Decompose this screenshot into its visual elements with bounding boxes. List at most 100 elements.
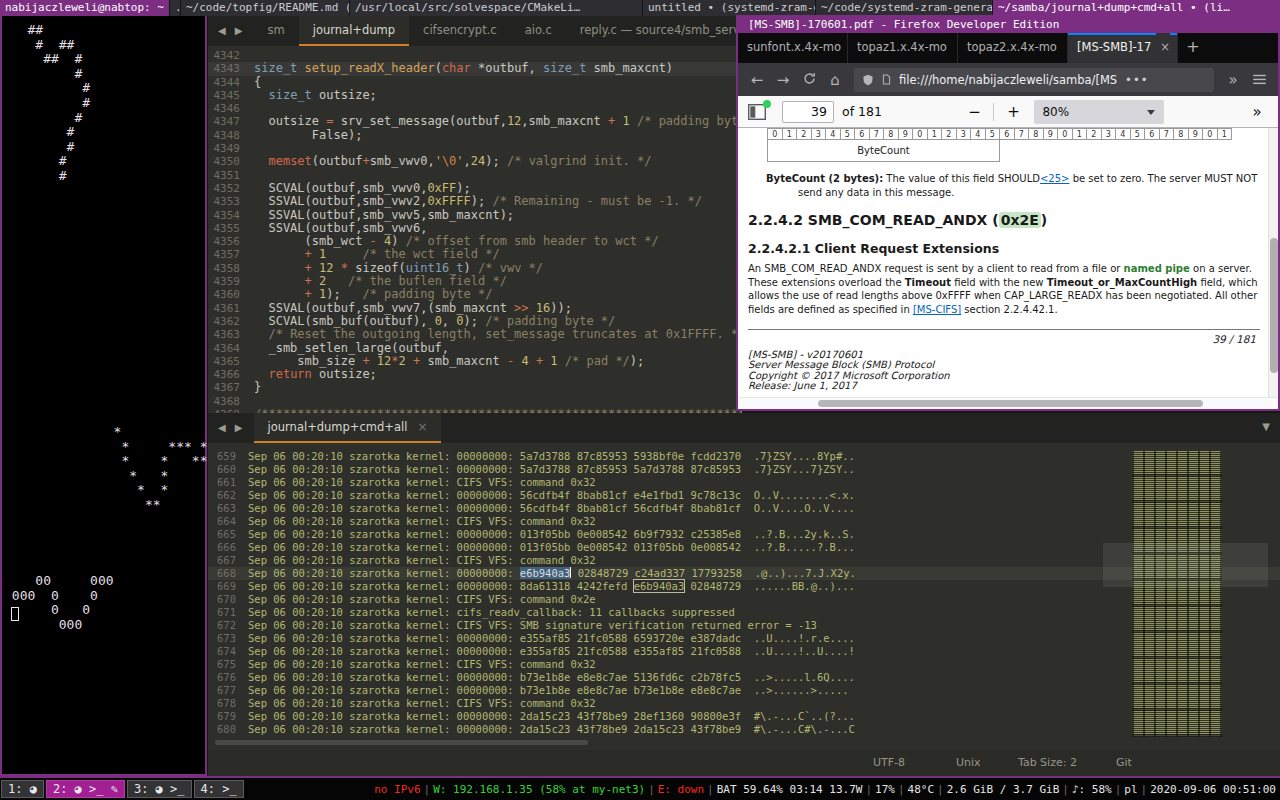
code-line-4342: 4342 xyxy=(208,49,742,62)
log-line-679: 679Sep 06 00:20:10 szarotka kernel: 0000… xyxy=(208,710,1280,723)
bytecount-cell: ByteCount xyxy=(768,140,1000,162)
hamburger-menu-icon[interactable] xyxy=(1246,71,1272,89)
top-strip: nabijaczleweli@nabtop: ~.~/code/topfig/R… xyxy=(0,0,1280,16)
status-segment-4: 17% xyxy=(875,783,895,796)
code-line-4352: 4352 SCVAL(outbuf,smb_vwv0,0xFF); xyxy=(208,182,742,195)
firefox-titlebar[interactable]: [MS-SMB]-170601.pdf - Firefox Developer … xyxy=(738,17,1278,33)
chevron-down-icon[interactable]: ▼ xyxy=(1262,421,1270,432)
editor-tab-0[interactable]: sm xyxy=(254,16,299,46)
status-segment-9: 2020-09-06 00:51:00 xyxy=(1150,783,1276,796)
tab-close-icon[interactable]: × xyxy=(417,420,427,434)
pdf-tools-chevrons[interactable]: » xyxy=(1246,103,1268,121)
log-line-672: 672Sep 06 00:20:10 szarotka kernel: CIFS… xyxy=(208,619,1280,632)
firefox-tab-1[interactable]: topaz1.x.4x-mo xyxy=(848,33,958,63)
editor-tab-4[interactable]: reply.c — source4/smb_server/sn xyxy=(566,16,742,46)
terminal-ascii-art-hash: ## # ## ## # # # # # # # # # xyxy=(4,23,90,184)
url-text[interactable]: file:///home/nabijaczleweli/samba/[MS xyxy=(899,73,1117,87)
window-title-segment-6[interactable]: ~/samba/journal+dump+cmd+all • (li… xyxy=(993,0,1280,16)
tab-scroll-arrows[interactable]: ◀ ▶ xyxy=(208,413,254,443)
pdf-sidebar-toggle[interactable] xyxy=(748,104,768,120)
log-line-661: 661Sep 06 00:20:10 szarotka kernel: CIFS… xyxy=(208,476,1280,489)
code-line-4366: 4366 return outsize; xyxy=(208,368,742,381)
horizontal-scrollbar[interactable] xyxy=(215,740,588,745)
tab-journal-dump-cmd-all[interactable]: journal+dump+cmd+all× xyxy=(254,413,442,443)
back-button[interactable]: ← xyxy=(744,71,770,89)
status-tab-size[interactable]: Tab Size: 2 xyxy=(1018,756,1077,769)
reload-button[interactable] xyxy=(796,71,822,89)
editor-tab-2[interactable]: cifsencrypt.c xyxy=(409,16,511,46)
code-line-4344: 4344{ xyxy=(208,76,742,89)
editor-tab-3[interactable]: aio.c xyxy=(511,16,566,46)
status-segment-1: W: 192.168.1.35 (58% at my-net3) xyxy=(433,783,645,796)
code-line-4343: 4343size_t setup_readX_header(char *outb… xyxy=(208,62,742,75)
overflow-menu-icon[interactable]: » xyxy=(1220,71,1246,89)
code-area-bottom[interactable]: 659Sep 06 00:20:10 szarotka kernel: 0000… xyxy=(208,450,1280,736)
code-line-4361: 4361 SSVAL(outbuf,smb_vwv7,(smb_maxcnt >… xyxy=(208,302,742,315)
firefox-tab-3[interactable]: [MS-SMB]-17× xyxy=(1068,33,1178,63)
page-number-input[interactable]: 39 xyxy=(782,101,834,123)
window-title-segment-2[interactable]: ~/code/topfig/README.md (topfig) … xyxy=(181,0,349,16)
code-line-4358: 4358 + 12 * sizeof(uint16_t) /* vwv */ xyxy=(208,262,742,275)
notification-dot xyxy=(763,100,771,108)
forward-button[interactable]: → xyxy=(770,71,796,89)
window-title-segment-5[interactable]: ~/code/systemd-zram-generator.deb… xyxy=(816,0,992,16)
code-line-4357: 4357 + 1 /* the wct field */ xyxy=(208,248,742,261)
code-line-4350: 4350 memset(outbuf+smb_vwv0,'\0',24); /*… xyxy=(208,155,742,168)
zoom-in-button[interactable]: + xyxy=(1002,103,1024,121)
i3-status-bar: 1: ◕2: ◕ >_ ✎3: ◕ >_4: >_no IPv6|W: 192.… xyxy=(0,778,1280,800)
code-line-4363: 4363 /* Reset the outgoing length, set_m… xyxy=(208,328,742,341)
status-segment-5: 48°C xyxy=(908,783,935,796)
window-title-segment-0[interactable]: nabijaczleweli@nabtop: ~ xyxy=(0,0,169,16)
new-tab-button[interactable]: + xyxy=(1178,33,1208,63)
firefox-tab-2[interactable]: topaz2.x.4x-mo xyxy=(958,33,1068,63)
terminal-ascii-art-stars: * * *** * * * ** * * * * ** xyxy=(4,425,208,513)
status-git[interactable]: Git xyxy=(1116,756,1132,769)
workspace-button-3[interactable]: 3: ◕ >_ xyxy=(127,780,192,798)
log-line-670: 670Sep 06 00:20:10 szarotka kernel: CIFS… xyxy=(208,593,1280,606)
code-line-4362: 4362 SCVAL(smb_buf(outbuf), 0, 0); /* pa… xyxy=(208,315,742,328)
editor-top-window: ◀ ▶ smjournal+dumpcifsencrypt.caio.crepl… xyxy=(208,16,742,413)
status-segment-7: ♪: 58% xyxy=(1072,783,1112,796)
pdf-heading-2: 2.2.4.2.1 Client Request Extensions xyxy=(748,241,999,256)
window-title-segment-3[interactable]: /usr/local/src/solvespace/CMakeLi… xyxy=(350,0,642,16)
minimap-viewport[interactable] xyxy=(1103,543,1268,587)
firefox-navbar: ← → ⌂ file:///home/nabijaczleweli/samba/… xyxy=(738,63,1278,96)
firefox-tab-0[interactable]: sunfont.x.4x-mo xyxy=(738,33,848,63)
code-line-4365: 4365 smb_size + 12*2 + smb_maxcnt - 4 + … xyxy=(208,355,742,368)
code-area-top[interactable]: 43424343size_t setup_readX_header(char *… xyxy=(208,49,742,413)
log-line-673: 673Sep 06 00:20:10 szarotka kernel: 0000… xyxy=(208,632,1280,645)
code-line-4360: 4360 + 1); /* padding byte */ xyxy=(208,288,742,301)
editor-tab-1[interactable]: journal+dump xyxy=(299,16,409,46)
page-actions-icon[interactable]: ••• xyxy=(1125,73,1148,87)
url-bar[interactable]: file:///home/nabijaczleweli/samba/[MS ••… xyxy=(854,68,1214,92)
window-title-segment-4[interactable]: untitled • (systemd-zram-generato… xyxy=(643,0,815,16)
workspace-button-2[interactable]: 2: ◕ >_ ✎ xyxy=(46,780,125,798)
pdf-footer-rule xyxy=(748,329,1260,330)
editor-statusbar: UTF-8 Unix Tab Size: 2 Git xyxy=(208,750,1280,776)
code-line-4355: 4355 SSVAL(outbuf,smb_vwv6, xyxy=(208,222,742,235)
minimap[interactable] xyxy=(1132,451,1222,737)
code-line-4364: 4364 _smb_setlen_large(outbuf, xyxy=(208,342,742,355)
workspace-button-1[interactable]: 1: ◕ xyxy=(1,780,44,798)
pdf-vertical-scrollbar[interactable] xyxy=(1268,128,1278,397)
zoom-out-button[interactable]: − xyxy=(963,103,985,121)
status-encoding[interactable]: UTF-8 xyxy=(873,756,905,769)
window-title-segment-1[interactable]: . xyxy=(170,0,180,16)
editor-bottom-tabbar: ◀ ▶ journal+dump+cmd+all× ▼ xyxy=(208,413,1280,443)
bytecount-description: ByteCount (2 bytes): The value of this f… xyxy=(766,173,1257,184)
page-icon xyxy=(881,73,892,86)
zoom-select[interactable]: 80% xyxy=(1034,100,1164,124)
tab-scroll-arrows[interactable]: ◀ ▶ xyxy=(208,16,254,46)
home-button[interactable]: ⌂ xyxy=(822,71,848,89)
shield-icon xyxy=(862,73,874,87)
tab-close-icon[interactable]: × xyxy=(1156,33,1170,62)
code-line-4353: 4353 SSVAL(outbuf,smb_vwv2,0xFFFF); /* R… xyxy=(208,195,742,208)
pdf-horizontal-scrollbar[interactable] xyxy=(738,397,1278,409)
footnote-link[interactable]: <25> xyxy=(1040,173,1069,184)
workspace-button-4[interactable]: 4: >_ xyxy=(194,780,244,798)
code-line-4367: 4367} xyxy=(208,381,742,394)
terminal-window[interactable]: ## # ## ## # # # # # # # # # * * *** * *… xyxy=(0,16,207,776)
status-segment-3: BAT 59.64% 03:14 13.7W xyxy=(717,783,863,796)
status-line-endings[interactable]: Unix xyxy=(956,756,981,769)
firefox-tabbar: sunfont.x.4x-motopaz1.x.4x-motopaz2.x.4x… xyxy=(738,33,1278,63)
